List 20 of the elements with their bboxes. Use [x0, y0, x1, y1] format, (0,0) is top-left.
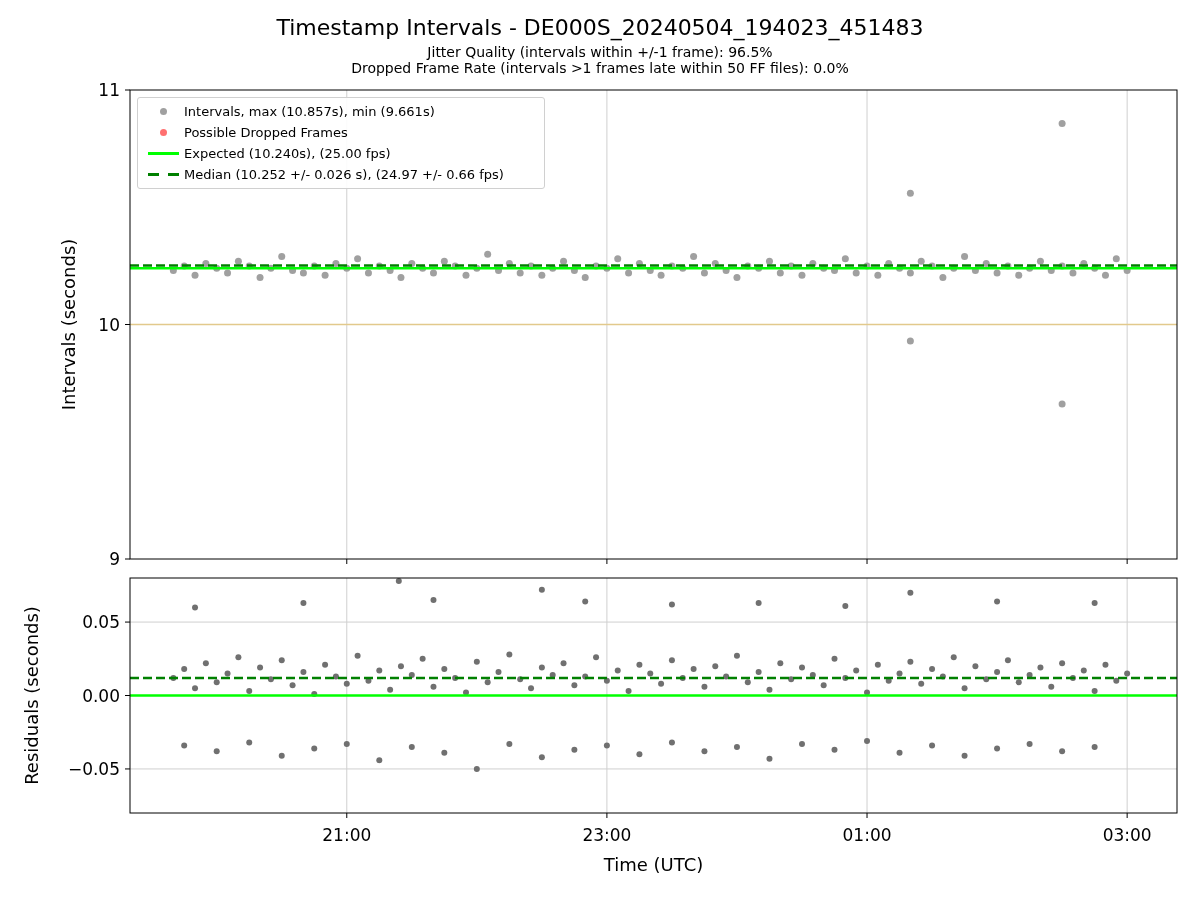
x-axis-label: Time (UTC) — [603, 854, 704, 875]
chart-subtitle: Jitter Quality (intervals within +/-1 frame): 96.5% — [427, 43, 773, 62]
y-tick-label: 9 — [109, 549, 120, 569]
x-tick-label: 01:00 — [842, 825, 892, 845]
legend-label: Expected (10.240s), (25.00 fps) — [184, 144, 391, 163]
y-tick-label: 0.00 — [82, 685, 120, 706]
legend-label: Median (10.252 +/- 0.026 s), (24.97 +/- 0.66 fps) — [184, 165, 504, 184]
chart-title: Timestamp Intervals - DE000S_20240504_194023_451483 — [276, 14, 924, 42]
x-tick-label: 23:00 — [582, 825, 632, 845]
y-tick-label: 11 — [98, 80, 120, 100]
y-tick-label: −0.05 — [67, 758, 120, 779]
legend-label: Intervals, max (10.857s), min (9.661s) — [184, 102, 435, 121]
y-axis-label: Residuals (seconds) — [21, 606, 42, 785]
x-tick-label: 21:00 — [322, 825, 372, 845]
chart-subtitle: Dropped Frame Rate (intervals >1 frames late within 50 FF files): 0.0% — [351, 60, 849, 78]
y-tick-label: 0.05 — [82, 612, 120, 633]
legend-label: Possible Dropped Frames — [184, 123, 348, 142]
y-tick-label: 10 — [98, 314, 120, 335]
x-tick-label: 03:00 — [1102, 825, 1152, 845]
y-axis-label: Intervals (seconds) — [58, 238, 79, 411]
